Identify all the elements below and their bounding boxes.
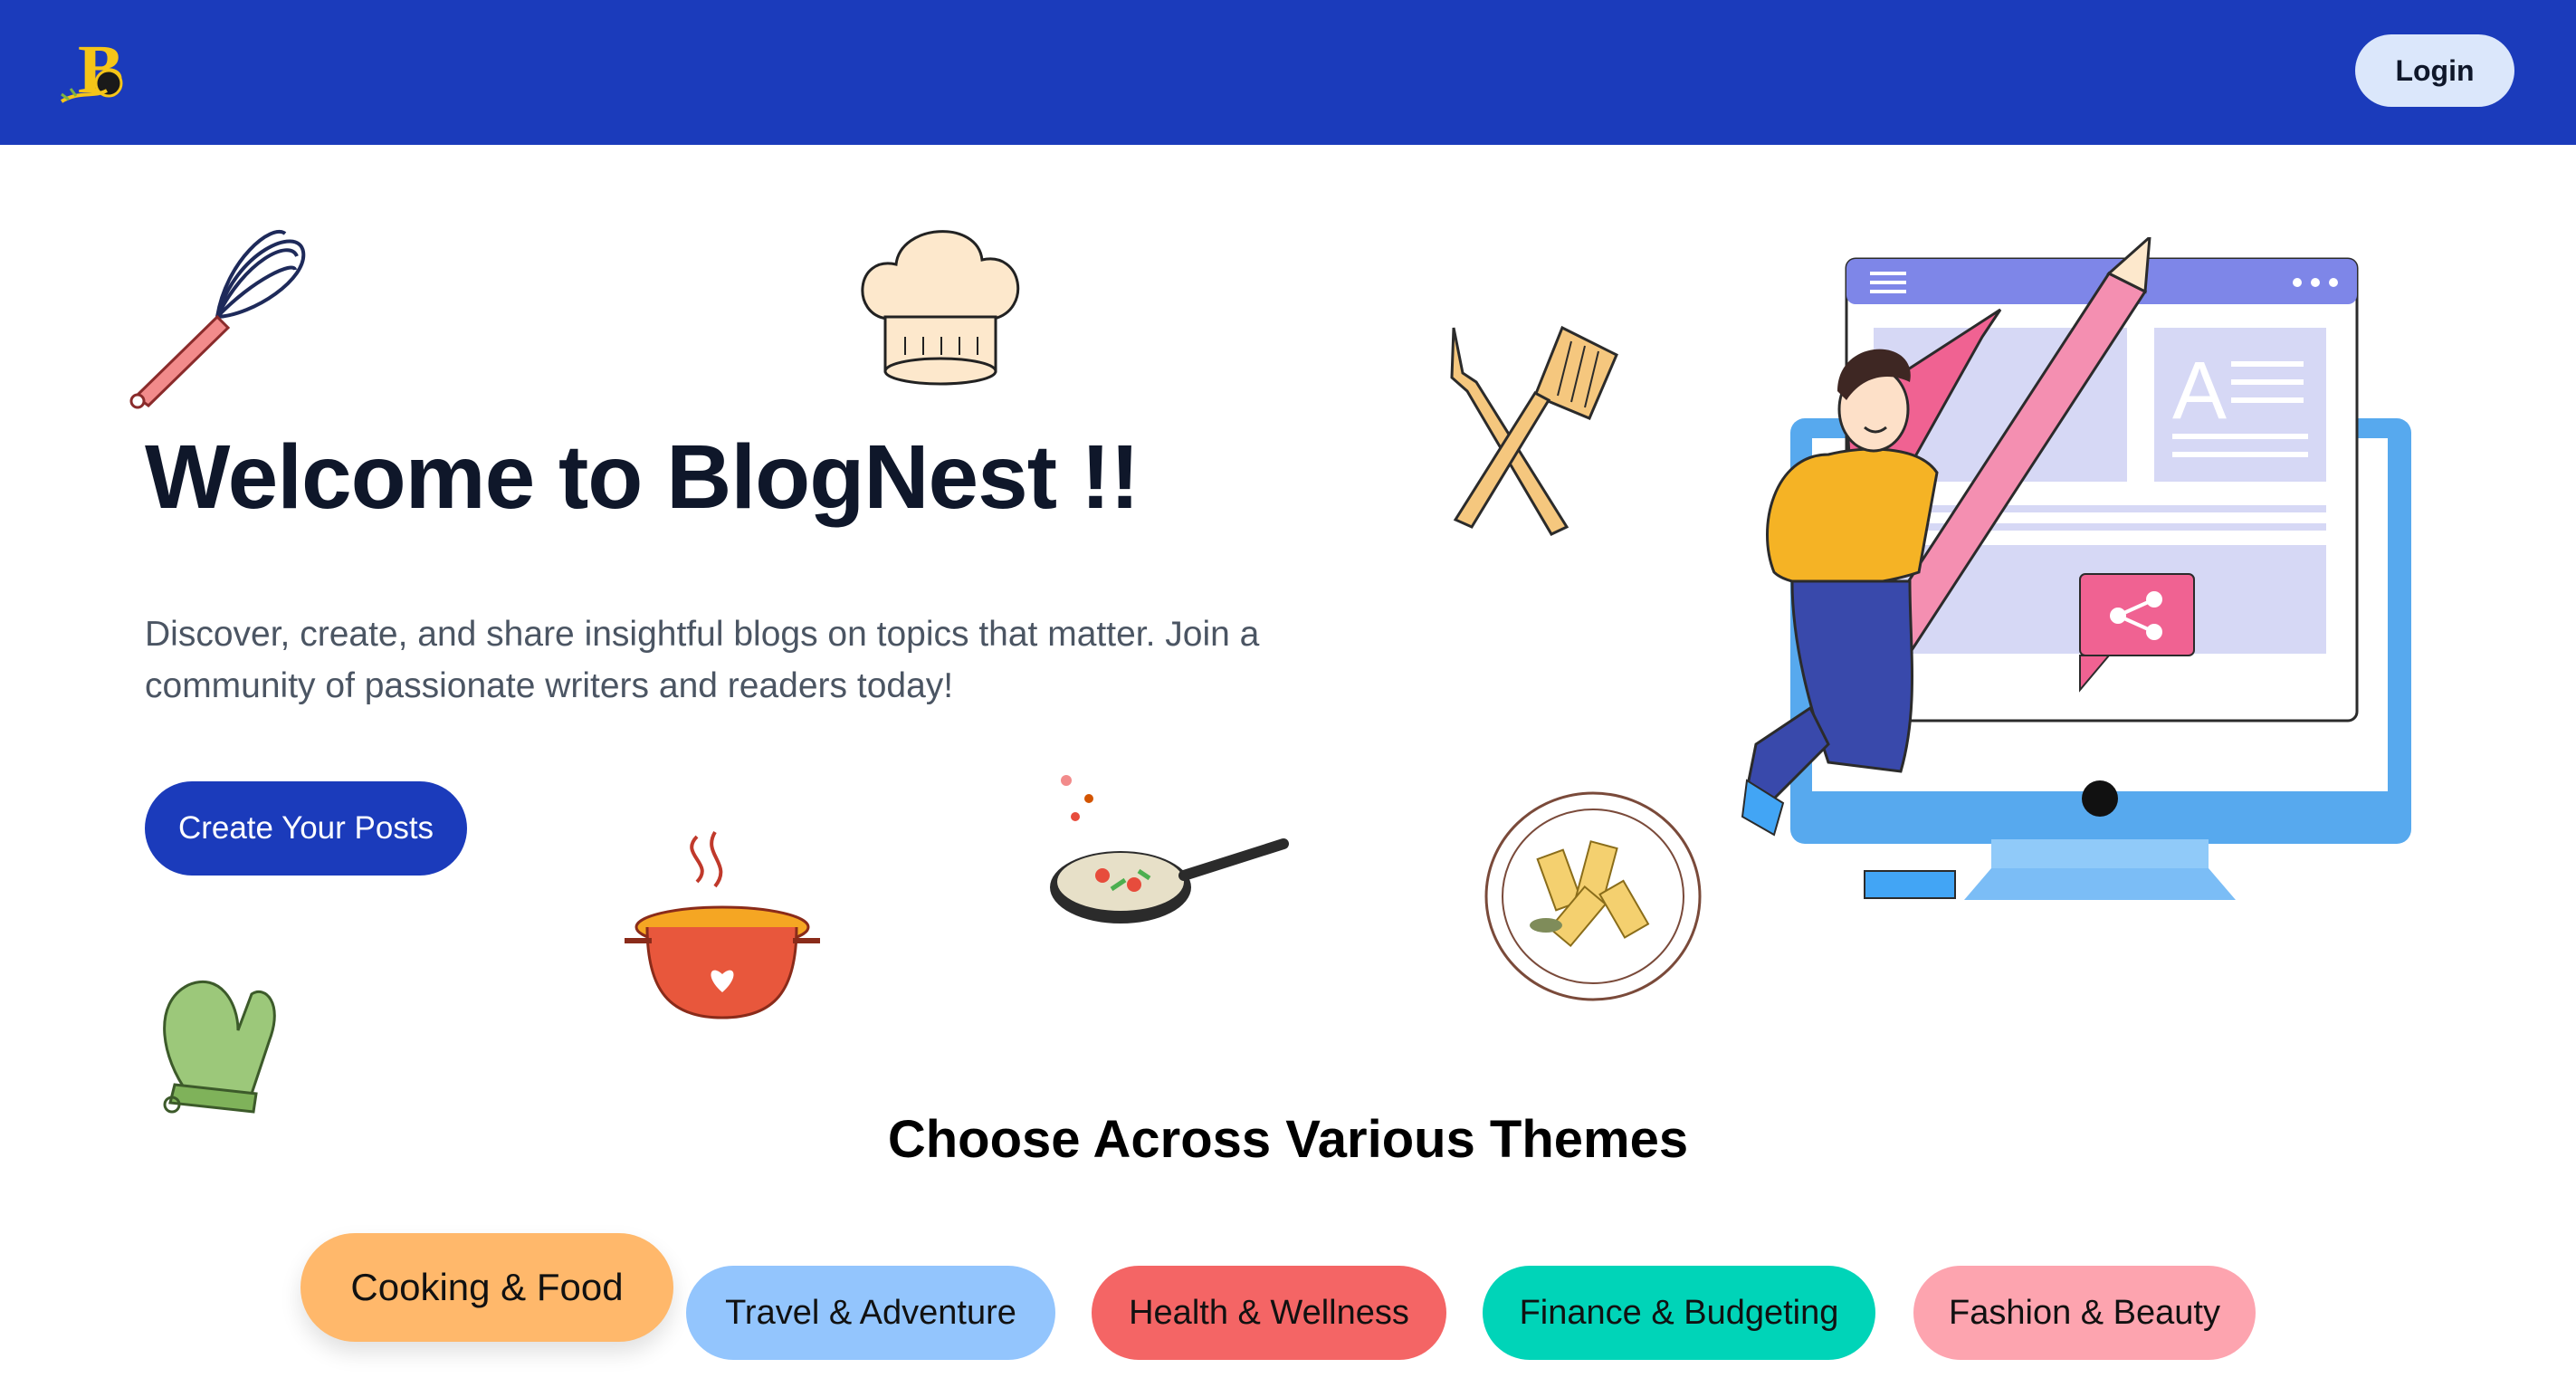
theme-chip-cooking-food[interactable]: Cooking & Food	[301, 1233, 673, 1342]
oven-mitt-icon	[163, 980, 276, 1114]
login-button[interactable]: Login	[2355, 34, 2514, 107]
cooking-pot-icon	[625, 830, 820, 1019]
blognest-logo[interactable]: B	[52, 27, 143, 118]
theme-chip-travel-adventure[interactable]: Travel & Adventure	[686, 1266, 1055, 1360]
chef-hat-icon	[861, 230, 1020, 386]
frying-pan-icon	[1050, 775, 1289, 923]
navbar: B Login	[0, 0, 2576, 145]
hero-title: Welcome to BlogNest !!	[145, 426, 1140, 528]
hero-subtitle: Discover, create, and share insightful b…	[145, 615, 1260, 705]
create-posts-button[interactable]: Create Your Posts	[145, 781, 467, 876]
fork-spatula-icon	[1450, 325, 1618, 536]
themes-heading: Choose Across Various Themes	[887, 1110, 1689, 1169]
theme-chip-health-wellness[interactable]: Health & Wellness	[1092, 1266, 1446, 1360]
theme-chip-fashion-beauty[interactable]: Fashion & Beauty	[1913, 1266, 2256, 1360]
whisk-icon	[129, 230, 306, 409]
theme-chip-finance-budgeting[interactable]: Finance & Budgeting	[1483, 1266, 1875, 1360]
svg-text:A: A	[2172, 346, 2227, 436]
hero-illustration: A	[1741, 237, 2411, 900]
pasta-plate-icon	[1484, 791, 1702, 1001]
